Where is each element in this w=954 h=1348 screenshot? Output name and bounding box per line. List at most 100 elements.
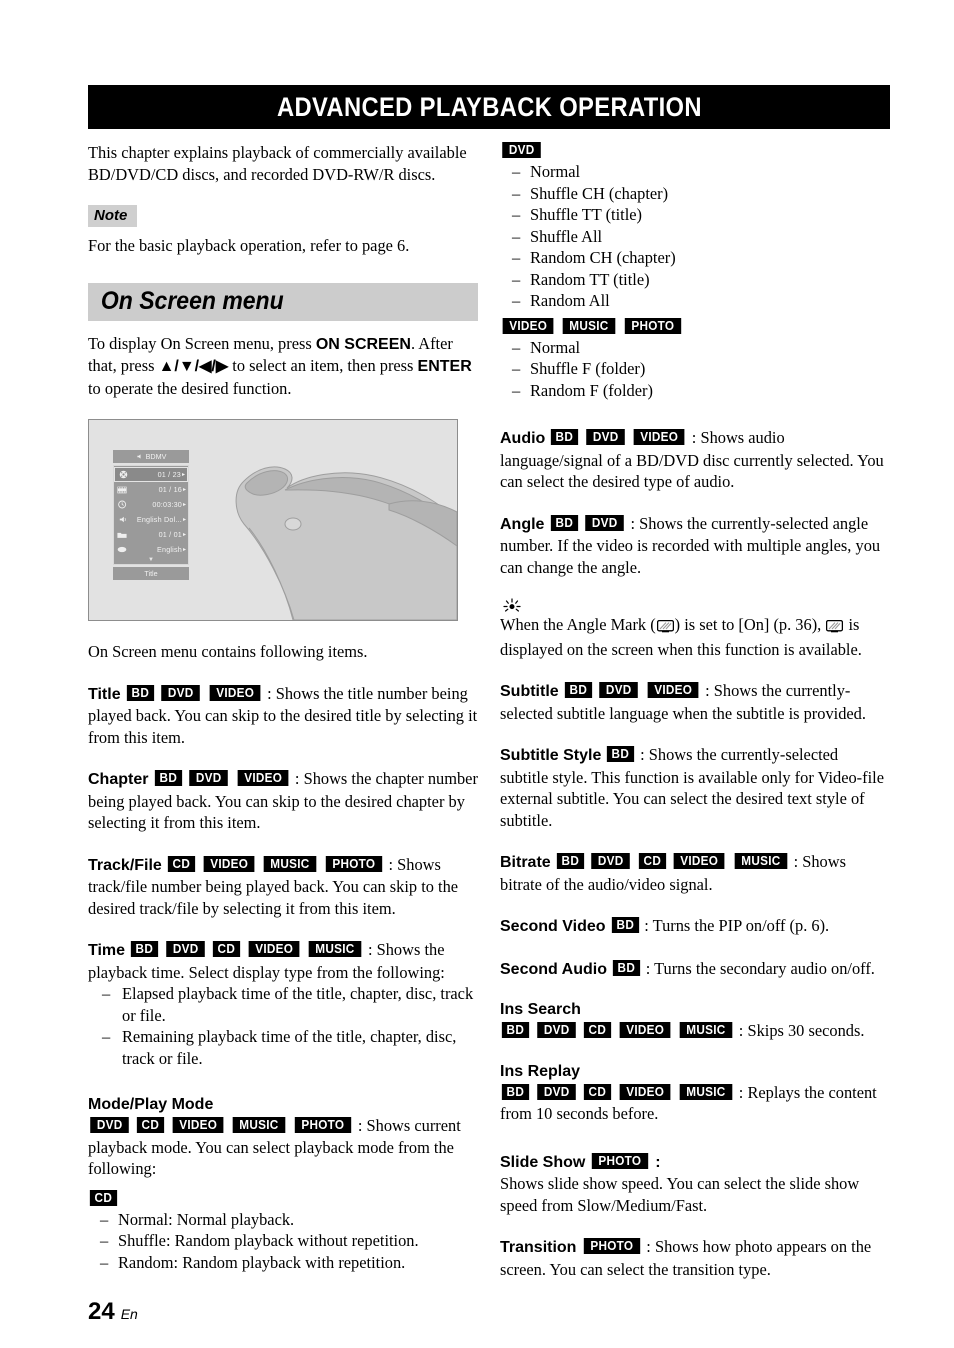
cd-mode-list: Normal: Normal playback. Shuffle: Random… — [88, 1209, 478, 1274]
dvd-mode-list: Normal Shuffle CH (chapter) Shuffle TT (… — [500, 161, 890, 312]
item-track-file: Track/File CD VIDEO MUSIC PHOTO: Shows trac… — [88, 854, 478, 920]
badge-dvd: DVD — [586, 429, 626, 445]
item-term: Subtitle Style — [500, 747, 602, 764]
badge-dvd: DVD — [189, 770, 229, 786]
badge-bd: BD — [550, 514, 578, 531]
arrow-keys: ▲/▼/◀/▶ — [158, 358, 229, 375]
badge-photo: PHOTO — [294, 1117, 352, 1133]
osd-value: English Dol... — [136, 515, 182, 524]
section-intro-paragraph: To display On Screen menu, press ON SCRE… — [88, 333, 478, 400]
item-term: Title — [88, 685, 121, 703]
section-heading-band: On Screen menu — [88, 282, 478, 321]
ins-search-text: : Skips 30 seconds. — [738, 1021, 865, 1040]
badge-video: VIDEO — [209, 684, 261, 701]
list-item: Shuffle All — [500, 226, 890, 248]
badge-cd: CD — [167, 855, 195, 872]
slide-show-colon: : — [655, 1153, 661, 1171]
badge-bd: BD — [126, 684, 154, 701]
item-second-audio: Second Audio BD: Turns the secondary aud… — [500, 958, 890, 981]
item-term: Bitrate — [500, 854, 551, 871]
badge-video: VIDEO — [619, 1022, 671, 1038]
note-label: Note — [88, 205, 138, 227]
section-title: On Screen menu — [100, 287, 284, 315]
item-title: Title BD DVD VIDEO: Shows the title number… — [88, 683, 478, 749]
badge-bd: BD — [607, 746, 635, 762]
badge-cd: CD — [212, 941, 240, 957]
badge-video: VIDEO — [172, 1117, 224, 1133]
right-column: DVD Normal Shuffle CH (chapter) Shuffle … — [500, 142, 890, 1280]
item-body: : Turns the PIP on/off (p. 6). — [644, 916, 830, 935]
osd-footer: Title — [113, 567, 189, 580]
time-options-list: Elapsed playback time of the title, chap… — [88, 983, 478, 1069]
osd-value: English — [157, 545, 182, 554]
intro-text-3: to select an item, then press — [228, 356, 418, 375]
item-second-video: Second Video BD: Turns the PIP on/off (p… — [500, 915, 890, 938]
list-item: Random F (folder) — [500, 380, 890, 402]
list-item: Elapsed playback time of the title, chap… — [88, 983, 478, 1026]
badge-video: VIDEO — [502, 317, 554, 334]
filmstrip-icon — [117, 485, 127, 495]
osd-row-angle[interactable]: 01 / 01 ▸ — [114, 527, 188, 542]
note-block: Note — [88, 205, 478, 227]
badge-photo: PHOTO — [583, 1238, 640, 1254]
osd-row-chapter[interactable]: 01 / 16 ▸ — [114, 482, 188, 497]
badge-video: VIDEO — [647, 682, 699, 698]
osd-value: 01 / 01 — [158, 530, 182, 539]
chevron-right-icon: ▸ — [182, 517, 186, 523]
item-term: Audio — [500, 430, 546, 447]
chevron-right-icon: ▸ — [181, 472, 185, 478]
clock-icon — [117, 500, 127, 510]
badge-video: VIDEO — [248, 941, 300, 957]
language-code: En — [120, 1306, 138, 1322]
enter-key: ENTER — [417, 358, 472, 375]
badge-bd: BD — [501, 1083, 529, 1100]
item-transition: Transition PHOTO: Shows how photo appear… — [500, 1236, 890, 1280]
vmp-mode-list: Normal Shuffle F (folder) Random F (fold… — [500, 337, 890, 402]
badge-dvd: DVD — [90, 1117, 130, 1133]
osd-row-subtitle[interactable]: English ▸ — [114, 542, 188, 557]
tip-text-1: When the Angle Mark ( — [500, 615, 656, 634]
page-title-banner: ADVANCED PLAYBACK OPERATION — [88, 85, 890, 129]
list-item: Remaining playback time of the title, ch… — [88, 1026, 478, 1069]
chevron-right-icon: ▸ — [182, 547, 186, 553]
badge-photo: PHOTO — [325, 855, 382, 872]
cd-mode-group: CD — [88, 1189, 478, 1209]
badge-cd: CD — [137, 1117, 165, 1133]
badge-dvd: DVD — [591, 853, 631, 869]
badge-video: VIDEO — [203, 855, 255, 872]
chevron-right-icon: ▸ — [182, 502, 186, 508]
osd-row-title[interactable]: 01 / 23 ▸ — [114, 467, 188, 482]
badge-bd: BD — [564, 682, 592, 698]
speaker-icon — [117, 515, 127, 525]
badge-photo: PHOTO — [624, 317, 682, 334]
osd-header: BDMV — [113, 450, 189, 463]
badge-video: VIDEO — [634, 429, 686, 445]
badge-cd: CD — [583, 1083, 611, 1100]
left-column: This chapter explains playback of commer… — [88, 142, 478, 1273]
item-term: Angle — [500, 515, 545, 533]
intro-text-1: To display On Screen menu, press — [88, 333, 316, 353]
subtitle-icon — [117, 545, 127, 555]
list-item: Random CH (chapter) — [500, 247, 890, 269]
mode-play-mode-term: Mode/Play Mode — [88, 1096, 214, 1113]
badge-dvd: DVD — [502, 142, 542, 158]
tip-text: When the Angle Mark () is set to [On] (p… — [500, 614, 890, 660]
dvd-mode-group: DVD — [500, 142, 890, 161]
page-title: ADVANCED PLAYBACK OPERATION — [276, 91, 702, 122]
badge-dvd: DVD — [161, 684, 201, 701]
badge-music: MUSIC — [308, 941, 362, 957]
osd-row-time[interactable]: 00:03:30 ▸ — [114, 497, 188, 512]
item-chapter: Chapter BD DVD VIDEO: Shows the chapter nu… — [88, 768, 478, 834]
list-item: Random: Random playback with repetition. — [88, 1252, 478, 1274]
osd-rows: 01 / 23 ▸ 01 / 16 ▸ 00:03:30 ▸ English D… — [113, 465, 189, 565]
item-bitrate: Bitrate BD DVD CD VIDEO MUSIC: Shows bitrate… — [500, 851, 890, 895]
osd-panel: BDMV 01 / 23 ▸ 01 / 16 ▸ 00:03:30 ▸ Engl… — [113, 450, 189, 580]
badge-cd: CD — [638, 853, 666, 869]
item-term: Time — [88, 942, 126, 959]
scroll-down-icon[interactable]: ▼ — [114, 557, 188, 564]
disc-icon — [118, 470, 128, 480]
item-time: Time BD DVD CD VIDEO MUSIC: Shows the playba… — [88, 939, 478, 983]
osd-footer-label: Title — [144, 569, 158, 578]
list-item: Shuffle F (folder) — [500, 358, 890, 380]
osd-row-audio[interactable]: English Dol... ▸ — [114, 512, 188, 527]
